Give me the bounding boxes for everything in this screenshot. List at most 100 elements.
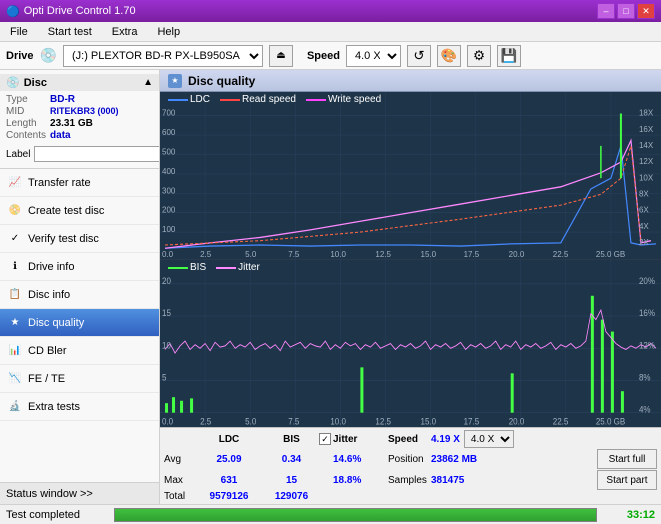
extra-tests-label: Extra tests [28,401,80,413]
disc-section-title: Disc [24,77,47,89]
status-time: 33:12 [605,509,655,521]
position-label: Position [388,454,428,465]
disc-info-icon: 📋 [8,288,22,302]
main-layout: 💿 Disc ▲ Type BD-R MID RITEKBR3 (000) Le… [0,70,661,504]
jitter-checkbox[interactable]: ✓ [319,433,333,445]
svg-text:15.0: 15.0 [421,416,437,427]
menu-file[interactable]: File [4,24,34,40]
menu-help[interactable]: Help [151,24,186,40]
svg-text:12%: 12% [639,340,655,351]
svg-text:16%: 16% [639,307,655,318]
fe-te-label: FE / TE [28,373,65,385]
stats-max-row: Max 631 15 18.8% Samples 381475 Start pa… [164,470,657,490]
svg-text:8X: 8X [639,188,649,198]
sidebar-item-fe-te[interactable]: 📉 FE / TE [0,365,159,393]
svg-text:2X: 2X [639,237,649,247]
drive-select[interactable]: (J:) PLEXTOR BD-R PX-LB950SA 1.06 [63,45,263,67]
start-part-button[interactable]: Start part [597,470,657,490]
contents-label: Contents [6,130,46,141]
start-full-button[interactable]: Start full [597,449,657,469]
panel-header: ★ Disc quality [160,70,661,92]
svg-text:2.5: 2.5 [200,249,211,259]
stats-header-row: LDC BIS ✓ Jitter Speed 4.19 X 4.0 X [164,430,657,448]
disc-section: 💿 Disc ▲ Type BD-R MID RITEKBR3 (000) Le… [0,70,159,169]
svg-text:20%: 20% [639,275,655,286]
stats-bis-header: BIS [264,434,319,445]
sidebar-nav: 📈 Transfer rate 📀 Create test disc ✓ Ver… [0,169,159,482]
legend-readspeed-label: Read speed [242,94,296,105]
refresh-button[interactable]: ↺ [407,45,431,67]
avg-label: Avg [164,454,194,465]
sidebar-item-drive-info[interactable]: ℹ Drive info [0,253,159,281]
drivebar: Drive 💿 (J:) PLEXTOR BD-R PX-LB950SA 1.0… [0,42,661,70]
progress-bar [114,508,597,522]
avg-bis: 0.34 [264,454,319,465]
legend-bis-label: BIS [190,262,206,273]
close-button[interactable]: ✕ [637,3,655,19]
svg-text:7.5: 7.5 [288,416,299,427]
create-test-icon: 📀 [8,204,22,218]
speed-label: Speed [307,50,340,62]
speed-display: 4.19 X [431,434,460,445]
svg-text:22.5: 22.5 [553,416,569,427]
status-window-label: Status window >> [6,488,93,500]
legend-readspeed: Read speed [220,94,296,105]
save-button[interactable]: 💾 [497,45,521,67]
label-input[interactable] [34,146,160,162]
menu-extra[interactable]: Extra [106,24,144,40]
sidebar-item-extra-tests[interactable]: 🔬 Extra tests [0,393,159,421]
svg-text:5: 5 [162,372,167,383]
sidebar-item-create-test[interactable]: 📀 Create test disc [0,197,159,225]
panel-icon: ★ [168,74,182,88]
sidebar-item-disc-info[interactable]: 📋 Disc info [0,281,159,309]
svg-text:2.5: 2.5 [200,416,211,427]
svg-text:12.5: 12.5 [375,416,391,427]
disc-info-grid: Type BD-R MID RITEKBR3 (000) Length 23.3… [0,91,159,144]
chart1-legend: LDC Read speed Write speed [168,94,381,105]
sidebar-item-transfer-rate[interactable]: 📈 Transfer rate [0,169,159,197]
svg-text:0.0: 0.0 [162,416,173,427]
sidebar-item-verify-test[interactable]: ✓ Verify test disc [0,225,159,253]
color-button[interactable]: 🎨 [437,45,461,67]
chart2-container: BIS Jitter [160,260,661,427]
label-label: Label [6,149,30,160]
menu-starttest[interactable]: Start test [42,24,98,40]
sidebar-item-cd-bler[interactable]: 📊 CD Bler [0,337,159,365]
cd-bler-icon: 📊 [8,344,22,358]
svg-text:4%: 4% [639,404,651,415]
titlebar: 🔵 Opti Drive Control 1.70 – □ ✕ [0,0,661,22]
svg-text:16X: 16X [639,124,654,134]
sidebar-item-disc-quality[interactable]: ★ Disc quality [0,309,159,337]
svg-text:0.0: 0.0 [162,249,173,259]
svg-text:8%: 8% [639,372,651,383]
disc-collapse-icon[interactable]: ▲ [143,77,153,88]
svg-text:5.0: 5.0 [245,249,256,259]
minimize-button[interactable]: – [597,3,615,19]
extra-tests-icon: 🔬 [8,400,22,414]
chart1-svg: 0.0 2.5 5.0 7.5 10.0 12.5 15.0 17.5 20.0… [160,92,661,259]
max-ldc: 631 [194,475,264,486]
status-text: Test completed [6,509,106,521]
svg-text:20.0: 20.0 [509,249,525,259]
disc-icon: 💿 [6,76,20,89]
titlebar-controls: – □ ✕ [597,3,655,19]
svg-text:10: 10 [162,340,171,351]
contents-value: data [50,130,153,141]
svg-text:12X: 12X [639,156,654,166]
svg-text:17.5: 17.5 [464,249,480,259]
settings-button[interactable]: ⚙ [467,45,491,67]
drive-info-icon: ℹ [8,260,22,274]
svg-text:7.5: 7.5 [288,249,299,259]
status-window-button[interactable]: Status window >> [0,482,159,504]
svg-text:200: 200 [162,204,176,214]
eject-button[interactable]: ⏏ [269,45,293,67]
legend-jitter-label: Jitter [238,262,260,273]
stats-speed-select[interactable]: 4.0 X [464,430,514,448]
disc-quality-label: Disc quality [28,317,84,329]
legend-ldc: LDC [168,94,210,105]
maximize-button[interactable]: □ [617,3,635,19]
mid-label: MID [6,106,46,117]
drive-disc-icon: 💿 [40,47,57,64]
speed-select[interactable]: 4.0 X [346,45,401,67]
max-bis: 15 [264,475,319,486]
